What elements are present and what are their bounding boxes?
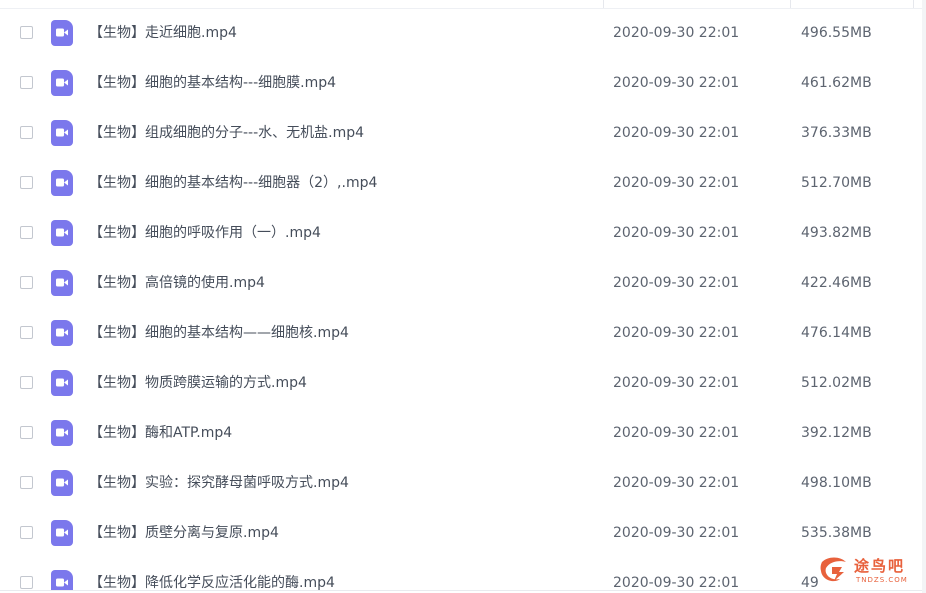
file-size: 422.46MB (801, 275, 872, 291)
file-row[interactable]: 【生物】物质跨膜运输的方式.mp4 2020-09-30 22:01 512.02M… (0, 359, 920, 409)
row-checkbox[interactable] (20, 476, 33, 489)
watermark-text: 途鸟吧 (854, 557, 906, 575)
video-file-icon (51, 220, 73, 246)
file-row[interactable]: 【生物】降低化学反应活化能的酶.mp4 2020-09-30 22:01 49 (0, 559, 920, 593)
video-file-icon (51, 420, 73, 446)
row-checkbox[interactable] (20, 176, 33, 189)
row-checkbox[interactable] (20, 526, 33, 539)
row-checkbox[interactable] (20, 76, 33, 89)
row-checkbox[interactable] (20, 226, 33, 239)
file-modified-date: 2020-09-30 22:01 (613, 475, 740, 491)
file-size: 392.12MB (801, 425, 872, 441)
watermark-subtext: TNDZS.COM (856, 576, 908, 584)
file-row[interactable]: 【生物】质壁分离与复原.mp4 2020-09-30 22:01 535.38MB (0, 509, 920, 559)
file-size: 535.38MB (801, 525, 872, 541)
file-name[interactable]: 【生物】酶和ATP.mp4 (89, 423, 232, 443)
file-row[interactable]: 【生物】细胞的呼吸作用（一）.mp4 2020-09-30 22:01 493.82… (0, 209, 920, 259)
file-name[interactable]: 【生物】细胞的基本结构---细胞膜.mp4 (89, 73, 336, 93)
row-checkbox[interactable] (20, 326, 33, 339)
file-row[interactable]: 【生物】细胞的基本结构——细胞核.mp4 2020-09-30 22:01 476.… (0, 309, 920, 359)
file-row[interactable]: 【生物】高倍镜的使用.mp4 2020-09-30 22:01 422.46MB (0, 259, 920, 309)
file-name[interactable]: 【生物】组成细胞的分子---水、无机盐.mp4 (89, 123, 364, 143)
file-name[interactable]: 【生物】质壁分离与复原.mp4 (89, 523, 279, 543)
file-name[interactable]: 【生物】实验：探究酵母菌呼吸方式.mp4 (89, 473, 349, 493)
file-modified-date: 2020-09-30 22:01 (613, 75, 740, 91)
file-size: 376.33MB (801, 125, 872, 141)
video-file-icon (51, 120, 73, 146)
file-row[interactable]: 【生物】细胞的基本结构---细胞器（2）,.mp4 2020-09-30 22:0… (0, 159, 920, 209)
file-name[interactable]: 【生物】物质跨膜运输的方式.mp4 (89, 373, 307, 393)
file-size: 476.14MB (801, 325, 872, 341)
file-size: 498.10MB (801, 475, 872, 491)
file-name[interactable]: 【生物】细胞的呼吸作用（一）.mp4 (89, 223, 321, 243)
video-file-icon (51, 270, 73, 296)
file-size: 512.70MB (801, 175, 872, 191)
file-row[interactable]: 【生物】酶和ATP.mp4 2020-09-30 22:01 392.12MB (0, 409, 920, 459)
row-checkbox[interactable] (20, 276, 33, 289)
site-watermark: 途鸟吧 TNDZS.COM (812, 552, 920, 590)
column-header (0, 0, 926, 9)
file-modified-date: 2020-09-30 22:01 (613, 175, 740, 191)
file-row[interactable]: 【生物】走近细胞.mp4 2020-09-30 22:01 496.55MB (0, 9, 920, 59)
row-checkbox[interactable] (20, 426, 33, 439)
file-size: 493.82MB (801, 225, 872, 241)
video-file-icon (51, 70, 73, 96)
file-name[interactable]: 【生物】细胞的基本结构---细胞器（2）,.mp4 (89, 173, 377, 193)
file-row[interactable]: 【生物】细胞的基本结构---细胞膜.mp4 2020-09-30 22:01 461… (0, 59, 920, 109)
row-checkbox[interactable] (20, 376, 33, 389)
video-file-icon (51, 170, 73, 196)
file-size: 496.55MB (801, 25, 872, 41)
file-modified-date: 2020-09-30 22:01 (613, 25, 740, 41)
file-modified-date: 2020-09-30 22:01 (613, 375, 740, 391)
row-checkbox[interactable] (20, 26, 33, 39)
video-file-icon (51, 470, 73, 496)
file-modified-date: 2020-09-30 22:01 (613, 525, 740, 541)
file-row[interactable]: 【生物】组成细胞的分子---水、无机盐.mp4 2020-09-30 22:01 3… (0, 109, 920, 159)
video-file-icon (51, 370, 73, 396)
file-size: 461.62MB (801, 75, 872, 91)
file-name[interactable]: 【生物】高倍镜的使用.mp4 (89, 273, 265, 293)
file-modified-date: 2020-09-30 22:01 (613, 125, 740, 141)
file-row[interactable]: 【生物】实验：探究酵母菌呼吸方式.mp4 2020-09-30 22:01 498.… (0, 459, 920, 509)
watermark-logo-icon (820, 557, 846, 582)
file-name[interactable]: 【生物】走近细胞.mp4 (89, 23, 237, 43)
file-name[interactable]: 【生物】细胞的基本结构——细胞核.mp4 (89, 323, 349, 343)
video-file-icon (51, 20, 73, 46)
column-divider[interactable] (790, 0, 791, 8)
column-divider[interactable] (603, 0, 604, 8)
file-modified-date: 2020-09-30 22:01 (613, 275, 740, 291)
file-list: 【生物】走近细胞.mp4 2020-09-30 22:01 496.55MB 【生物】… (0, 0, 926, 593)
video-file-icon (51, 320, 73, 346)
video-file-icon (51, 520, 73, 546)
file-size: 512.02MB (801, 375, 872, 391)
file-modified-date: 2020-09-30 22:01 (613, 425, 740, 441)
vertical-scrollbar[interactable] (922, 0, 926, 593)
file-modified-date: 2020-09-30 22:01 (613, 225, 740, 241)
column-divider[interactable] (913, 0, 914, 8)
row-checkbox[interactable] (20, 126, 33, 139)
file-modified-date: 2020-09-30 22:01 (613, 325, 740, 341)
row-checkbox[interactable] (20, 576, 33, 589)
